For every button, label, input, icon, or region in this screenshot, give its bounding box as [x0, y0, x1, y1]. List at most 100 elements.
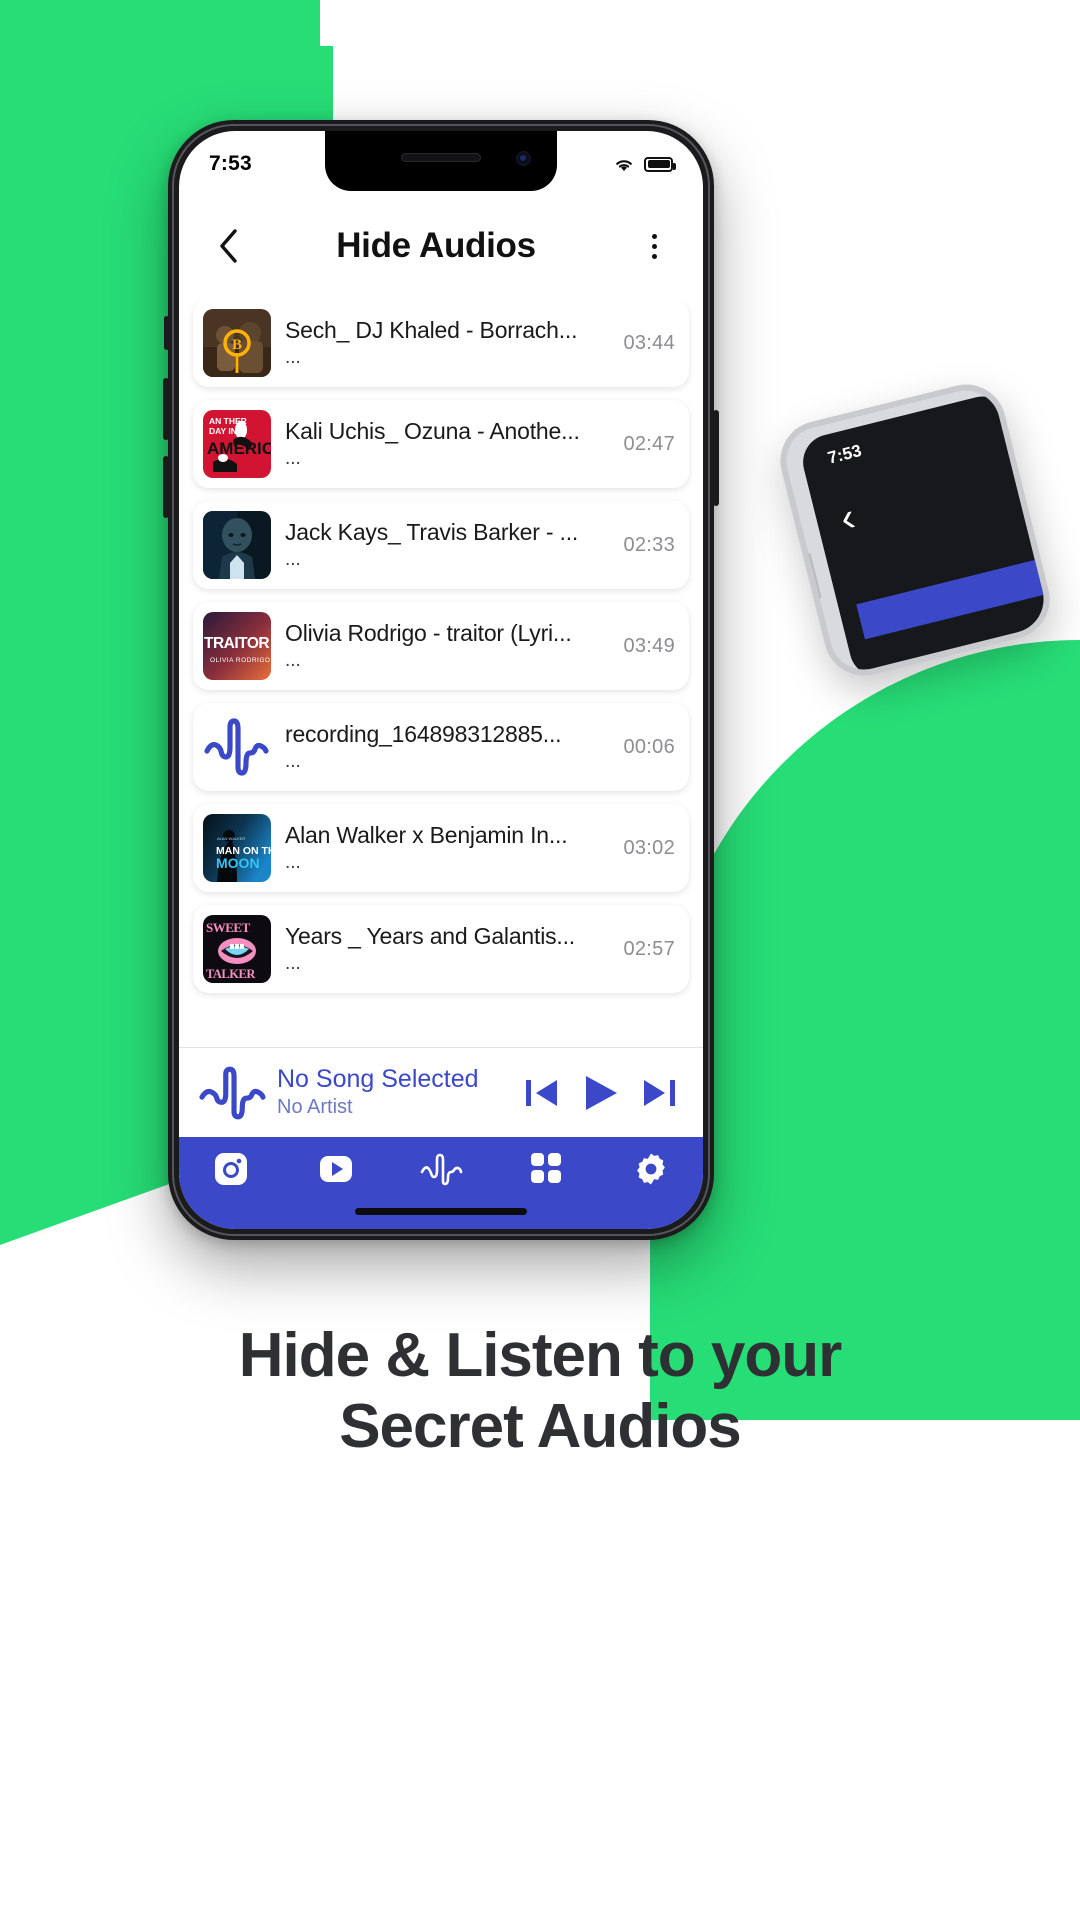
now-playing-bar[interactable]: No Song Selected No Artist	[179, 1047, 703, 1137]
track-title: Years _ Years and Galantis...	[285, 923, 575, 950]
track-duration: 02:57	[623, 937, 675, 960]
skip-previous-icon[interactable]	[523, 1074, 563, 1112]
audio-wave-icon	[204, 718, 269, 776]
another-day-in-america-cover: AN THER DAY IN AMERICA	[203, 410, 271, 478]
phone-mute-switch	[164, 316, 169, 350]
nav-item-settings[interactable]	[615, 1151, 687, 1187]
jack-kays-cover	[203, 511, 271, 579]
list-item[interactable]: AN THER DAY IN AMERICA Kali Uchis_ Ozuna…	[193, 400, 689, 488]
track-duration: 03:44	[623, 331, 675, 354]
track-text: Jack Kays_ Travis Barker - ... ...	[271, 519, 623, 570]
secondary-phone-bottom-bar	[856, 556, 1059, 640]
svg-text:B: B	[232, 337, 242, 353]
phone-notch	[325, 131, 557, 191]
track-artwork	[203, 713, 271, 781]
track-title: recording_164898312885...	[285, 721, 562, 748]
track-text: recording_164898312885... ...	[271, 721, 623, 772]
chevron-left-icon: ‹	[835, 494, 860, 541]
track-text: Olivia Rodrigo - traitor (Lyri... ...	[271, 620, 623, 671]
nav-item-photos[interactable]	[195, 1151, 267, 1187]
svg-text:TALKER: TALKER	[206, 967, 256, 981]
nav-item-apps[interactable]	[510, 1151, 582, 1185]
track-title: Alan Walker x Benjamin In...	[285, 822, 568, 849]
track-text: Kali Uchis_ Ozuna - Anothe... ...	[271, 418, 623, 469]
now-playing-text: No Song Selected No Artist	[269, 1064, 523, 1120]
track-title: Kali Uchis_ Ozuna - Anothe...	[285, 418, 580, 445]
marketing-caption: Hide & Listen to your Secret Audios	[0, 1320, 1080, 1463]
phone-power-button	[713, 410, 719, 506]
settings-gear-icon	[636, 1153, 665, 1185]
phone-screen: 7:53 Hide Audios B Sech_ DJ Khaled - Bor…	[179, 131, 703, 1229]
track-title: Jack Kays_ Travis Barker - ...	[285, 519, 579, 546]
list-item[interactable]: TRAITOR OLIVIA RODRIGO Olivia Rodrigo - …	[193, 602, 689, 690]
track-artwork: TRAITOR OLIVIA RODRIGO	[203, 612, 271, 680]
traitor-cover: TRAITOR OLIVIA RODRIGO	[203, 612, 271, 680]
audio-list[interactable]: B Sech_ DJ Khaled - Borrach... ... 03:44…	[179, 299, 703, 1049]
now-playing-artist: No Artist	[277, 1096, 353, 1119]
caption-line-2: Secret Audios	[339, 1392, 742, 1462]
audio-wave-icon	[199, 1066, 266, 1119]
background-shape-white-top	[320, 0, 1080, 46]
track-duration: 03:02	[623, 836, 675, 859]
status-bar-time: 7:53	[209, 152, 252, 175]
grid-apps-icon	[530, 1153, 561, 1183]
man-on-the-moon-cover: ALAN WALKER MAN ON TH MOON	[203, 814, 271, 882]
page-title: Hide Audios	[336, 226, 536, 265]
front-camera-icon	[516, 151, 531, 166]
list-item[interactable]: SWEET TALKER Years _ Years and Galantis.…	[193, 905, 689, 993]
svg-text:SWEET: SWEET	[206, 920, 251, 935]
track-duration: 03:49	[623, 634, 675, 657]
status-bar-indicators	[613, 156, 676, 173]
track-text: Years _ Years and Galantis... ...	[271, 923, 623, 974]
battery-icon	[644, 156, 676, 172]
earpiece-speaker	[401, 153, 481, 162]
track-duration: 02:33	[623, 533, 675, 556]
borracho-cover: B	[203, 309, 271, 377]
track-artwork: AN THER DAY IN AMERICA	[203, 410, 271, 478]
skip-next-icon[interactable]	[639, 1074, 679, 1112]
overflow-menu-icon[interactable]	[631, 223, 677, 269]
nav-item-audios[interactable]	[397, 1151, 484, 1213]
chevron-left-icon	[220, 229, 237, 263]
list-item[interactable]: ALAN WALKER MAN ON TH MOON Alan Walker x…	[193, 804, 689, 892]
track-text: Sech_ DJ Khaled - Borrach... ...	[271, 317, 623, 368]
track-subtitle: ...	[285, 346, 301, 368]
svg-text:MOON: MOON	[216, 855, 260, 871]
secondary-phone-time: 7:53	[825, 440, 864, 468]
track-duration: 00:06	[623, 735, 675, 758]
now-playing-title: No Song Selected	[277, 1064, 479, 1093]
videos-icon	[320, 1156, 353, 1182]
list-item[interactable]: B Sech_ DJ Khaled - Borrach... ... 03:44	[193, 299, 689, 387]
phone-mockup: 7:53 Hide Audios B Sech_ DJ Khaled - Bor…	[163, 120, 719, 1240]
nav-item-videos[interactable]	[300, 1151, 372, 1187]
svg-text:ALAN WALKER: ALAN WALKER	[217, 836, 245, 841]
track-artwork	[203, 511, 271, 579]
list-item[interactable]: Jack Kays_ Travis Barker - ... ... 02:33	[193, 501, 689, 589]
track-artwork: SWEET TALKER	[203, 915, 271, 983]
wifi-icon	[616, 159, 632, 171]
audios-icon	[420, 1153, 463, 1186]
track-text: Alan Walker x Benjamin In... ...	[271, 822, 623, 873]
track-subtitle: ...	[285, 750, 301, 772]
svg-text:OLIVIA RODRIGO: OLIVIA RODRIGO	[210, 657, 270, 664]
bottom-navigation[interactable]	[179, 1137, 703, 1229]
list-item[interactable]: recording_164898312885... ... 00:06	[193, 703, 689, 791]
phone-volume-down-button	[163, 456, 169, 518]
play-icon[interactable]	[579, 1072, 623, 1114]
track-subtitle: ...	[285, 649, 301, 671]
track-title: Olivia Rodrigo - traitor (Lyri...	[285, 620, 572, 647]
svg-text:DAY IN: DAY IN	[209, 426, 237, 436]
svg-text:TRAITOR: TRAITOR	[204, 635, 269, 652]
track-subtitle: ...	[285, 548, 301, 570]
caption-line-1: Hide & Listen to your	[238, 1321, 842, 1390]
app-header: Hide Audios	[179, 191, 703, 301]
track-subtitle: ...	[285, 447, 301, 469]
photos-icon	[215, 1153, 248, 1185]
track-subtitle: ...	[285, 851, 301, 873]
player-controls	[523, 1072, 685, 1114]
track-subtitle: ...	[285, 952, 301, 974]
phone-volume-up-button	[163, 378, 169, 440]
track-artwork: ALAN WALKER MAN ON TH MOON	[203, 814, 271, 882]
track-artwork: B	[203, 309, 271, 377]
track-duration: 02:47	[623, 432, 675, 455]
